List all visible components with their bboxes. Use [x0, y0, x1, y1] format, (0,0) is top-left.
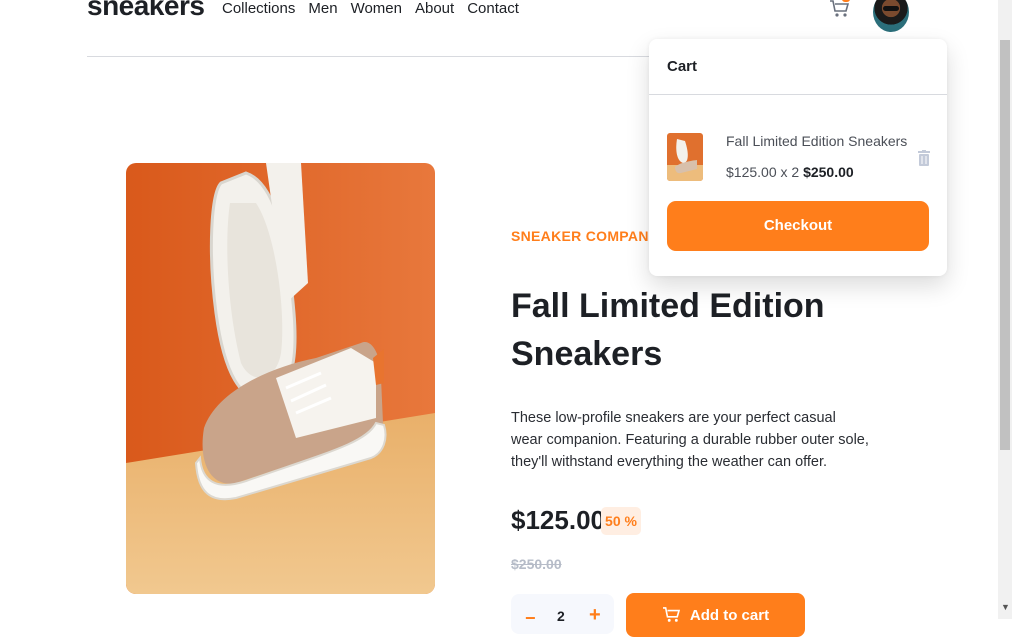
scrollbar[interactable]: ▼	[998, 0, 1012, 619]
cart-icon[interactable]	[829, 0, 849, 18]
nav-contact[interactable]: Contact	[467, 0, 519, 17]
nav-women[interactable]: Women	[351, 0, 402, 17]
quantity-stepper: − 2 +	[511, 594, 614, 634]
nav-about[interactable]: About	[415, 0, 454, 17]
product-title: Fall Limited Edition Sneakers	[511, 287, 825, 373]
add-to-cart-label: Add to cart	[689, 606, 770, 624]
main-nav: Collections Men Women About Contact	[222, 0, 519, 17]
product-image[interactable]	[126, 163, 435, 594]
product-description: These low-profile sneakers are your perf…	[511, 410, 869, 470]
cart-item-thumbnail	[667, 133, 703, 181]
company-name: SNEAKER COMPANY	[511, 228, 659, 244]
nav-collections[interactable]: Collections	[222, 0, 295, 17]
plus-icon[interactable]: +	[589, 604, 601, 627]
avatar[interactable]	[873, 0, 909, 32]
cart-item-unit: $125.00 x 2	[726, 164, 804, 180]
cart-dropdown: Cart Fall Limited Edition Sneakers $125.…	[649, 39, 947, 276]
scroll-down-icon[interactable]: ▼	[1001, 602, 1010, 612]
discount-badge: 50 %	[601, 507, 641, 535]
original-price: $250.00	[511, 556, 562, 572]
cart-item-calc: $125.00 x 2 $250.00	[726, 164, 854, 180]
cart-title: Cart	[667, 58, 698, 75]
cart-icon	[662, 607, 680, 622]
add-to-cart-button[interactable]: Add to cart	[626, 593, 805, 637]
trash-icon[interactable]	[917, 150, 931, 166]
cart-item-name: Fall Limited Edition Sneakers	[726, 133, 908, 149]
checkout-button[interactable]: Checkout	[667, 201, 929, 251]
scrollbar-thumb[interactable]	[1000, 40, 1010, 450]
cart-item-total: $250.00	[803, 164, 854, 180]
quantity-value: 2	[557, 608, 565, 624]
sneaker-photo	[126, 163, 435, 594]
cart-divider	[649, 94, 947, 95]
logo[interactable]: sneakers	[87, 0, 205, 22]
nav-men[interactable]: Men	[308, 0, 337, 17]
current-price: $125.00	[511, 505, 605, 535]
